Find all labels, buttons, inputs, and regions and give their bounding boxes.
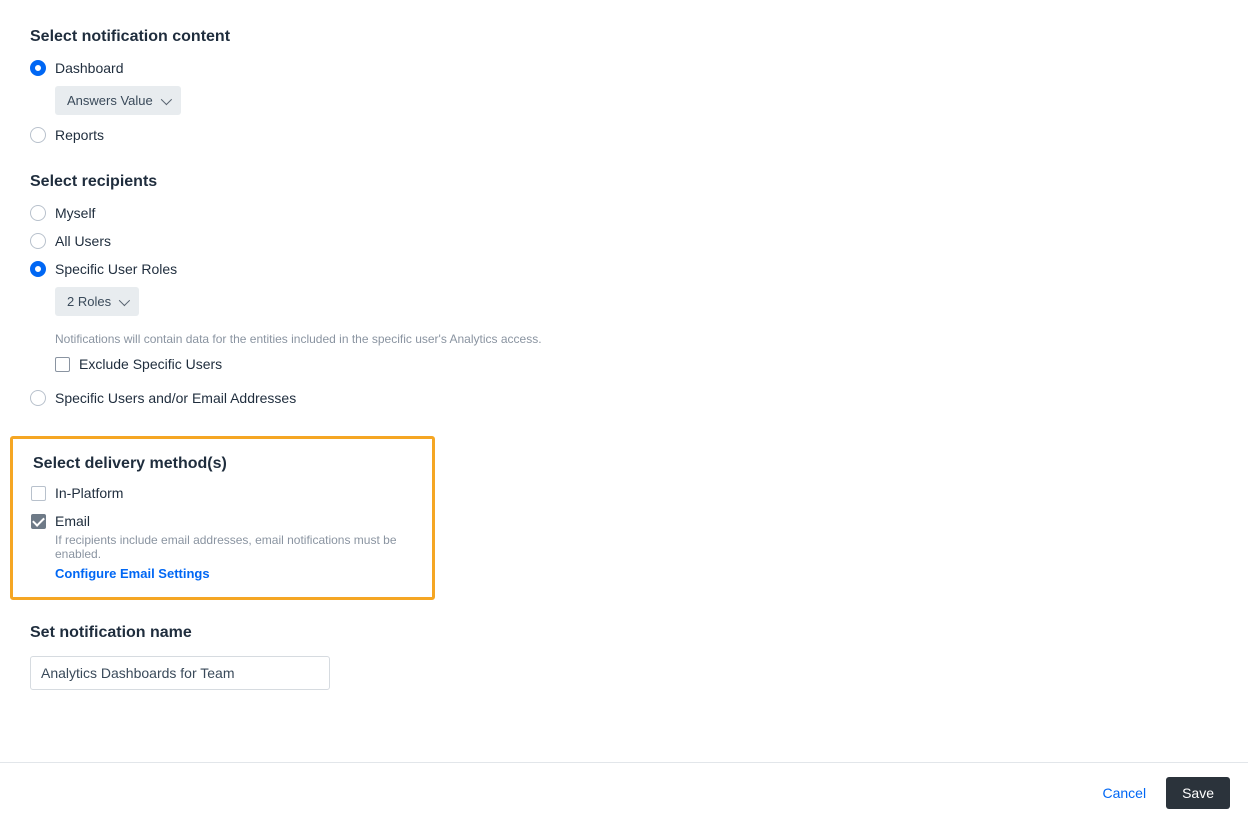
roles-select-label: 2 Roles [67,294,111,309]
specific-users-emails-radio[interactable] [30,390,46,406]
all-users-label: All Users [55,233,111,249]
exclude-users-label: Exclude Specific Users [79,356,222,372]
radio-row-reports[interactable]: Reports [30,127,1218,143]
roles-select[interactable]: 2 Roles [55,287,139,316]
in-platform-checkbox[interactable] [31,486,46,501]
notification-content-section: Select notification content Dashboard An… [30,28,1218,143]
all-users-radio[interactable] [30,233,46,249]
radio-row-specific-users-emails[interactable]: Specific Users and/or Email Addresses [30,390,1218,406]
recipients-title: Select recipients [30,173,1218,191]
chevron-down-icon [161,93,172,104]
in-platform-label: In-Platform [55,485,123,501]
name-section: Set notification name [30,624,1218,690]
reports-radio[interactable] [30,127,46,143]
notification-name-input[interactable] [30,656,330,690]
dashboard-radio[interactable] [30,60,46,76]
specific-roles-label: Specific User Roles [55,261,177,277]
reports-label: Reports [55,127,104,143]
myself-label: Myself [55,205,95,221]
answers-value-select-label: Answers Value [67,93,153,108]
myself-radio[interactable] [30,205,46,221]
dashboard-label: Dashboard [55,60,124,76]
exclude-users-checkbox[interactable] [55,357,70,372]
email-helper-text: If recipients include email addresses, e… [55,533,414,561]
specific-users-emails-label: Specific Users and/or Email Addresses [55,390,296,406]
delivery-section-highlight: Select delivery method(s) In-Platform Em… [10,436,435,600]
radio-row-dashboard[interactable]: Dashboard [30,60,1218,76]
email-checkbox[interactable] [31,514,46,529]
footer-bar: Cancel Save [0,762,1248,822]
recipients-section: Select recipients Myself All Users Speci… [30,173,1218,406]
email-label: Email [55,513,90,529]
cancel-button[interactable]: Cancel [1094,777,1154,809]
in-platform-row[interactable]: In-Platform [31,485,414,501]
radio-row-specific-roles[interactable]: Specific User Roles [30,261,1218,277]
email-row[interactable]: Email [31,513,414,529]
configure-email-link[interactable]: Configure Email Settings [55,566,210,581]
exclude-users-row[interactable]: Exclude Specific Users [55,356,1218,372]
radio-row-all-users[interactable]: All Users [30,233,1218,249]
roles-helper-text: Notifications will contain data for the … [55,332,1218,346]
answers-value-select[interactable]: Answers Value [55,86,181,115]
radio-row-myself[interactable]: Myself [30,205,1218,221]
form-content: Select notification content Dashboard An… [0,0,1248,690]
chevron-down-icon [119,294,130,305]
name-title: Set notification name [30,624,1218,642]
notification-content-title: Select notification content [30,28,1218,46]
delivery-title: Select delivery method(s) [33,455,414,473]
specific-roles-radio[interactable] [30,261,46,277]
save-button[interactable]: Save [1166,777,1230,809]
